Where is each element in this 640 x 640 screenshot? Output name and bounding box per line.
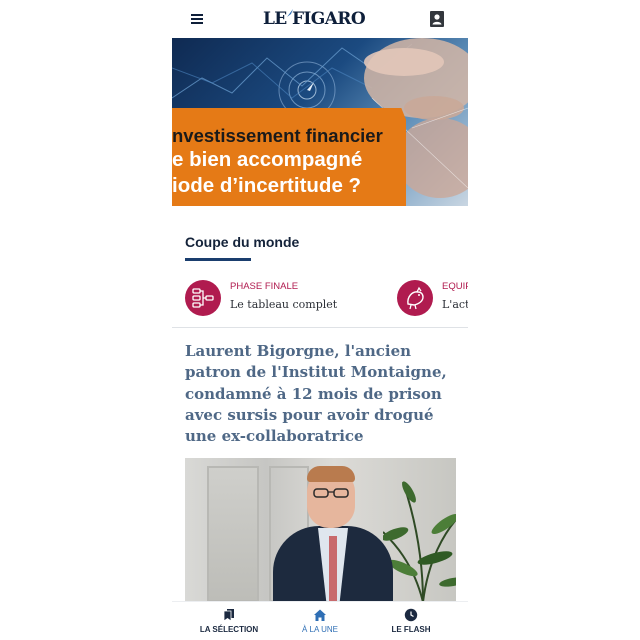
article-photo[interactable] xyxy=(185,458,456,602)
carousel-kicker: EQUIP xyxy=(442,281,468,292)
nav-item-selection[interactable]: LA SÉLECTION xyxy=(180,602,278,640)
nav-item-a-la-une[interactable]: À LA UNE xyxy=(271,602,369,640)
app-screen: LE FIGARO nvestissement financier e bien… xyxy=(172,0,468,640)
carousel-text: L'actu xyxy=(442,298,468,311)
photo-door xyxy=(207,466,259,602)
ad-headline-1: nvestissement financier xyxy=(172,125,383,146)
plant-graphic xyxy=(383,481,456,602)
carousel-text: Le tableau complet xyxy=(230,298,338,311)
section-underline xyxy=(185,258,251,261)
nav-label: LE FLASH xyxy=(391,625,431,634)
feather-icon xyxy=(287,9,293,17)
bracket-icon xyxy=(185,280,221,316)
section-title[interactable]: Coupe du monde xyxy=(185,232,299,252)
nav-label: LA SÉLECTION xyxy=(199,625,259,634)
rooster-icon xyxy=(397,280,433,316)
home-icon xyxy=(314,609,326,621)
photo-person-glasses xyxy=(313,488,349,498)
divider xyxy=(172,327,468,328)
ad-banner[interactable]: nvestissement financier e bien accompagn… xyxy=(172,38,468,206)
bookmark-icon xyxy=(223,609,234,622)
carousel-kicker: PHASE FINALE xyxy=(230,281,299,292)
carousel-item[interactable]: PHASE FINALE Le tableau complet xyxy=(185,279,385,319)
nav-label: À LA UNE xyxy=(301,625,338,634)
ad-headline-2: e bien accompagné xyxy=(172,148,363,171)
logo-text: LE FIGARO xyxy=(262,9,366,29)
nav-item-flash[interactable]: LE FLASH xyxy=(362,602,460,640)
top-bar: LE FIGARO xyxy=(172,0,468,38)
photo-person-hair xyxy=(307,466,355,482)
carousel-item[interactable]: EQUIP L'actu xyxy=(397,279,468,319)
ad-headline-3: iode d’incertitude ? xyxy=(172,174,362,197)
clock-icon xyxy=(404,608,418,622)
site-logo[interactable]: LE FIGARO xyxy=(252,8,376,30)
photo-person-tie xyxy=(329,536,337,602)
article-headline[interactable]: Laurent Bigorgne, l'ancien patron de l'I… xyxy=(185,341,457,447)
hamburger-menu-icon[interactable] xyxy=(191,14,203,24)
user-account-icon[interactable] xyxy=(430,11,444,27)
bottom-navigation: LA SÉLECTION À LA UNE LE FLASH xyxy=(172,601,468,640)
